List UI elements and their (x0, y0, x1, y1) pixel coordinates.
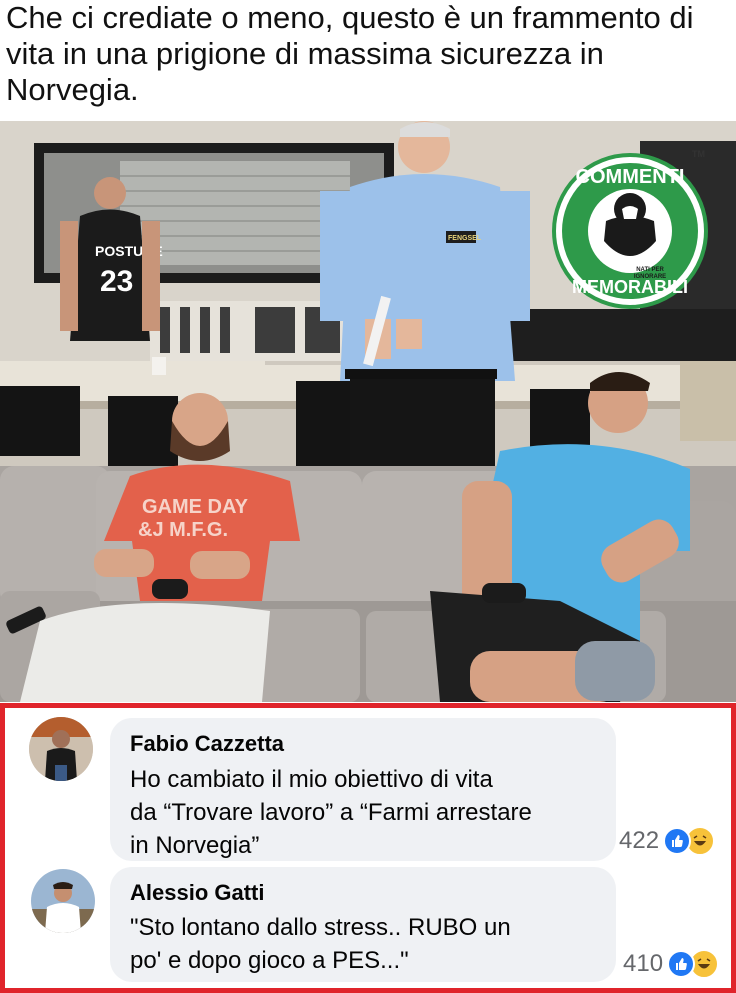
reaction-summary[interactable]: 410 (623, 949, 720, 979)
comment-text: Ho cambiato il mio obiettivo di vita da … (130, 763, 532, 862)
post-photo[interactable]: POSTURE 23 FENGSEL GAME DAY &J M.F.G. CO… (0, 121, 736, 702)
reaction-summary[interactable]: 422 (619, 826, 716, 856)
shirt-text-1: GAME DAY (142, 496, 249, 518)
comment-bubble: Fabio Cazzetta Ho cambiato il mio obiett… (110, 718, 616, 861)
commenti-memorabili-logo: COMMENTI MEMORABILI NATI PER IGNORARE TM (552, 149, 708, 309)
logo-tagline-2: IGNORARE (634, 274, 666, 280)
comment-text-line: "Sto lontano dallo stress.. RUBO un (130, 914, 511, 941)
shirt-text-2: &J M.F.G. (138, 519, 228, 541)
like-icon (667, 950, 696, 978)
avatar[interactable] (29, 717, 93, 781)
like-icon (663, 827, 692, 855)
comment-text: "Sto lontano dallo stress.. RUBO un po' … (130, 911, 511, 977)
comment-author[interactable]: Alessio Gatti (130, 880, 264, 906)
comment-text-line: in Norvegia” (130, 832, 260, 859)
reaction-count: 410 (623, 950, 664, 977)
avatar[interactable] (31, 869, 95, 933)
comment-bubble: Alessio Gatti "Sto lontano dallo stress.… (110, 867, 616, 982)
post-caption: Che ci crediate o meno, questo è un fram… (6, 0, 694, 107)
logo-tm: TM (692, 149, 705, 159)
comment-author[interactable]: Fabio Cazzetta (130, 731, 284, 757)
comments-highlight-box: Fabio Cazzetta Ho cambiato il mio obiett… (0, 703, 736, 993)
comment-text-line: po' e dopo gioco a PES..." (130, 947, 409, 974)
officer-badge-text: FENGSEL (448, 235, 482, 242)
prison-photo-illustration: POSTURE 23 FENGSEL GAME DAY &J M.F.G. CO… (0, 121, 736, 702)
avatar-image (31, 869, 95, 933)
comment-text-line: da “Trovare lavoro” a “Farmi arrestare (130, 799, 532, 826)
logo-top-text: COMMENTI (576, 166, 685, 188)
reaction-count: 422 (619, 827, 660, 854)
jersey-number: 23 (100, 265, 133, 298)
comment-item: Fabio Cazzetta Ho cambiato il mio obiett… (5, 713, 731, 863)
comment-item: Alessio Gatti "Sto lontano dallo stress.… (5, 863, 731, 993)
logo-tagline-1: NATI PER (636, 267, 664, 273)
logo-bottom-text: MEMORABILI (572, 277, 688, 297)
comment-text-line: Ho cambiato il mio obiettivo di vita (130, 766, 493, 793)
avatar-image (29, 717, 93, 781)
